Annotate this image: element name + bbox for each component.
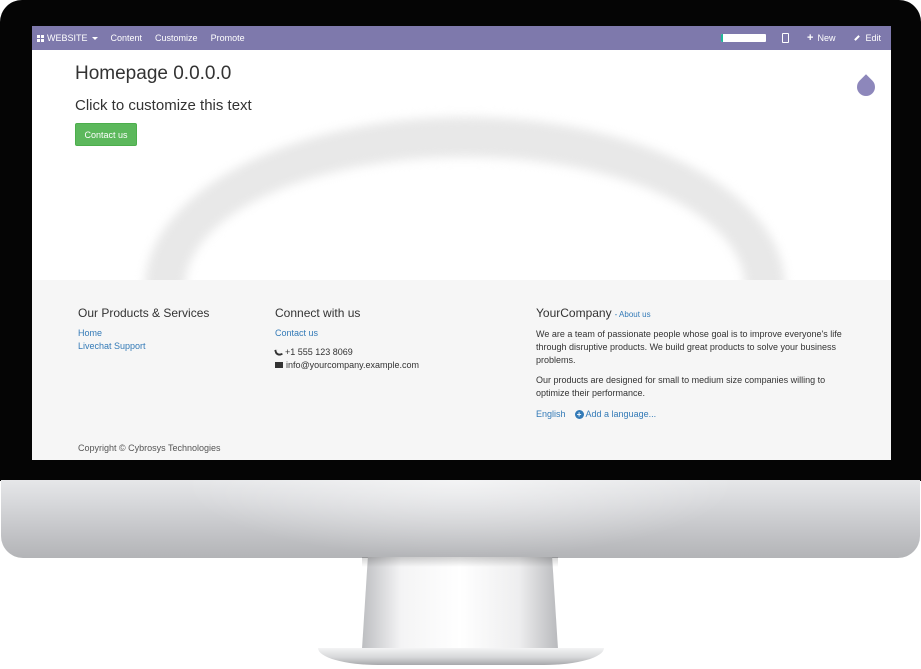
nav-content[interactable]: Content [111, 33, 143, 43]
company-paragraph-2: Our products are designed for small to m… [536, 375, 826, 398]
add-language-label: Add a language... [585, 409, 657, 419]
website-menu[interactable]: WEBSITE [37, 33, 98, 43]
topbar-right: + New Edit [721, 26, 891, 50]
new-button-label: New [817, 33, 836, 43]
footer-products-column: Our Products & Services Home Livechat Su… [78, 306, 209, 354]
language-english-link[interactable]: English [536, 409, 566, 419]
about-us-link[interactable]: - About us [615, 310, 651, 319]
products-heading: Our Products & Services [78, 306, 210, 320]
envelope-icon [275, 362, 283, 368]
apps-grid-icon [37, 34, 44, 42]
topbar-left: WEBSITE Content Customize Promote [37, 26, 258, 50]
nav-promote[interactable]: Promote [211, 33, 245, 43]
connect-heading: Connect with us [275, 306, 361, 320]
plus-icon: + [807, 31, 814, 44]
hero-section: Homepage 0.0.0.0 Click to customize this… [32, 50, 891, 280]
monitor-stand [362, 557, 558, 649]
monitor-stand-shadow [362, 557, 558, 567]
footer: Our Products & Services Home Livechat Su… [32, 280, 891, 460]
loading-progress-bar [721, 34, 767, 42]
copyright-text: Copyright © Cybrosys Technologies [78, 443, 221, 453]
theme-droplet-icon[interactable] [853, 74, 879, 100]
screen: WEBSITE Content Customize Promote + New … [32, 26, 891, 460]
add-language-link[interactable]: + Add a language... [574, 409, 657, 419]
website-topbar: WEBSITE Content Customize Promote + New … [32, 26, 891, 50]
phone-icon [274, 347, 283, 357]
edit-button[interactable]: Edit [854, 33, 881, 43]
company-name: YourCompany [536, 306, 612, 320]
monitor-chin-highlight [180, 480, 740, 558]
language-row: English + Add a language... [536, 409, 848, 419]
progress-fill [721, 34, 724, 42]
company-paragraph-1: We are a team of passionate people whose… [536, 329, 842, 365]
page-title: Homepage 0.0.0.0 [75, 63, 232, 84]
mobile-preview-icon[interactable] [782, 33, 790, 43]
website-menu-label: WEBSITE [47, 33, 88, 43]
edit-button-label: Edit [865, 33, 881, 43]
phone-line: +1 555 123 8069 [274, 347, 419, 357]
footer-link-home[interactable]: Home [78, 328, 209, 338]
monitor-base [318, 648, 604, 665]
email-address: info@yourcompany.example.com [286, 360, 420, 370]
nav-customize[interactable]: Customize [155, 33, 198, 43]
new-button[interactable]: + New [807, 31, 836, 44]
plus-circle-icon: + [574, 409, 584, 419]
background-arc [145, 117, 785, 280]
contact-us-button[interactable]: Contact us [75, 123, 137, 146]
email-line: info@yourcompany.example.com [275, 360, 419, 370]
caret-down-icon [91, 36, 98, 40]
footer-link-livechat[interactable]: Livechat Support [78, 341, 209, 351]
footer-connect-column: Connect with us Contact us +1 555 123 80… [274, 306, 419, 370]
hero-subtitle: Click to customize this text [75, 97, 252, 114]
footer-contact-link[interactable]: Contact us [275, 328, 419, 338]
company-heading: YourCompany - About us [536, 306, 848, 320]
pencil-icon [854, 35, 861, 41]
footer-company-column: YourCompany - About us We are a team of … [536, 306, 848, 419]
phone-number: +1 555 123 8069 [285, 347, 353, 357]
